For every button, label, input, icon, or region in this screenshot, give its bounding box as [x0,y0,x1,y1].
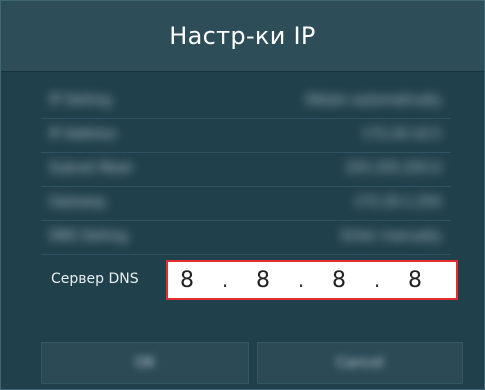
gateway-value: 172.20.1.254 [354,195,441,210]
dns-setting-value: Enter manually [341,229,441,244]
dns-setting-row[interactable]: DNS Setting Enter manually [41,221,451,255]
row-divider [41,254,451,255]
dns-octet-2[interactable]: 8 [244,268,282,293]
ip-address-row[interactable]: IP Address 172.20.10.5 [41,119,451,153]
subnet-mask-row[interactable]: Subnet Mask 255.255.255.0 [41,153,451,187]
cancel-button-label: Cancel [336,355,384,371]
octet-separator: . [221,268,229,292]
ip-setting-row[interactable]: IP Setting Obtain automatically [41,85,451,119]
ok-button[interactable]: OK [41,342,249,384]
gateway-label: Gateway [49,195,107,210]
dns-setting-label: DNS Setting [49,229,128,244]
subnet-mask-value: 255.255.255.0 [345,161,441,176]
subnet-mask-label: Subnet Mask [49,161,133,176]
ip-settings-dialog: Настр-ки IP IP Setting Obtain automatica… [0,0,485,390]
cancel-button[interactable]: Cancel [257,342,463,384]
ip-setting-value: Obtain automatically [304,93,441,108]
dns-server-input[interactable]: 8 . 8 . 8 . 8 [166,260,458,300]
ip-address-value: 172.20.10.5 [362,127,441,142]
dns-octet-4[interactable]: 8 [396,268,434,293]
octet-separator: . [297,268,305,292]
dns-octet-3[interactable]: 8 [320,268,358,293]
dns-server-label: Сервер DNS [51,271,139,287]
ip-setting-label: IP Setting [49,93,112,108]
dialog-header: Настр-ки IP [1,1,484,72]
dns-server-row: Сервер DNS 8 . 8 . 8 . 8 [41,260,461,302]
octet-separator: . [373,268,381,292]
ok-button-label: OK [134,355,156,371]
gateway-row[interactable]: Gateway 172.20.1.254 [41,187,451,221]
ip-address-label: IP Address [49,127,117,142]
dialog-title: Настр-ки IP [169,22,316,50]
dns-octet-1[interactable]: 8 [168,268,206,293]
